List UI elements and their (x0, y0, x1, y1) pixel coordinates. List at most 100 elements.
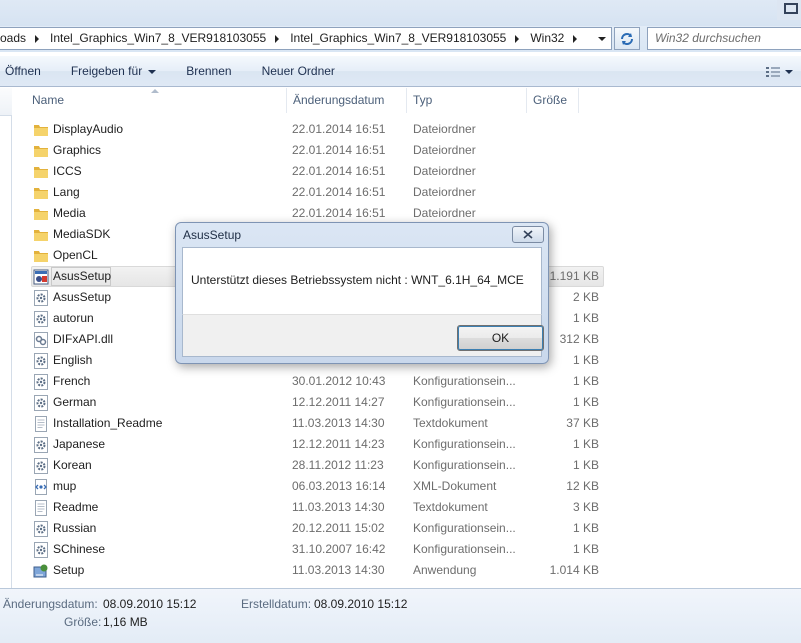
share-with-button[interactable]: Freigeben für (63, 60, 164, 82)
config-gear-icon (33, 437, 49, 453)
maximize-button[interactable] (777, 0, 801, 20)
column-header-name[interactable]: Name (13, 88, 287, 113)
breadcrumb-item[interactable]: Intel_Graphics_Win7_8_VER918103055 (284, 28, 510, 49)
new-folder-button[interactable]: Neuer Ordner (254, 60, 343, 82)
file-name[interactable]: English (53, 350, 92, 371)
file-name[interactable]: autorun (53, 308, 94, 329)
breadcrumb-item[interactable]: Intel_Graphics_Win7_8_VER918103055 (44, 28, 270, 49)
breadcrumb-item[interactable]: Win32 (524, 28, 568, 49)
file-name[interactable]: OpenCL (53, 245, 98, 266)
file-row[interactable]: Installation_Readme 11.03.2013 14:30 Textd… (13, 413, 801, 434)
file-name[interactable]: Graphics (53, 140, 101, 161)
file-modified-date: 20.12.2011 15:02 (292, 521, 385, 535)
file-row[interactable]: Lang 22.01.2014 16:51 Dateiordner (13, 182, 801, 203)
window-top-strip (0, 0, 801, 26)
refresh-button[interactable] (614, 27, 640, 50)
file-row[interactable]: French 30.01.2012 10:43 Konfigurationsein.… (13, 371, 801, 392)
change-view-button[interactable] (765, 64, 799, 80)
navigation-pane[interactable] (0, 88, 12, 588)
file-row[interactable]: Setup 11.03.2013 14:30 Anwendung 1.014 KB (13, 560, 801, 581)
file-type: Dateiordner (413, 122, 476, 136)
file-type: Dateiordner (413, 143, 476, 157)
file-name[interactable]: Korean (53, 455, 92, 476)
message-dialog[interactable]: AsusSetup Unterstützt dieses Betriebssys… (175, 222, 549, 364)
file-size: 3 KB (572, 500, 599, 514)
search-input[interactable]: Win32 durchsuchen (647, 27, 801, 50)
file-name[interactable]: SChinese (53, 539, 105, 560)
file-name[interactable]: French (53, 371, 90, 392)
file-modified-date: 12.12.2011 14:27 (292, 395, 385, 409)
details-pane: Änderungsdatum: 08.09.2010 15:12 Erstell… (0, 588, 801, 643)
file-type: Konfigurationsein... (413, 395, 516, 409)
file-type: Dateiordner (413, 185, 476, 199)
file-modified-date: 28.11.2012 11:23 (292, 458, 384, 472)
file-name[interactable]: mup (53, 476, 76, 497)
file-row[interactable]: German 12.12.2011 14:27 Konfigurationsein.… (13, 392, 801, 413)
folder-icon (33, 206, 49, 222)
file-type: XML-Dokument (413, 479, 497, 493)
file-row[interactable]: SChinese 31.10.2007 16:42 Konfigurationsei… (13, 539, 801, 560)
breadcrumb-separator-icon[interactable] (30, 28, 44, 49)
dialog-close-button[interactable] (512, 226, 544, 243)
column-header-size[interactable]: Größe (527, 88, 579, 113)
file-row[interactable]: Graphics 22.01.2014 16:51 Dateiordner (13, 140, 801, 161)
config-gear-icon (33, 458, 49, 474)
file-size: 1 KB (572, 374, 599, 388)
burn-button[interactable]: Brennen (178, 60, 239, 82)
file-row[interactable]: Media 22.01.2014 16:51 Dateiordner (13, 203, 801, 224)
column-header-date[interactable]: Änderungsdatum (287, 88, 407, 113)
view-list-icon (766, 67, 780, 77)
file-row[interactable]: ICCS 22.01.2014 16:51 Dateiordner (13, 161, 801, 182)
file-size: 1 KB (572, 521, 599, 535)
file-modified-date: 22.01.2014 16:51 (292, 206, 386, 220)
file-name[interactable]: DIFxAPI.dll (53, 329, 113, 350)
file-row[interactable]: Korean 28.11.2012 11:23 Konfigurationsein.… (13, 455, 801, 476)
file-name[interactable]: Russian (53, 518, 96, 539)
file-name[interactable]: AsusSetup (53, 287, 111, 308)
file-name[interactable]: ICCS (53, 161, 82, 182)
file-name[interactable]: DisplayAudio (53, 119, 123, 140)
file-name[interactable]: Media (53, 203, 86, 224)
breadcrumb-item[interactable]: oads (0, 28, 30, 49)
file-row[interactable]: Readme 11.03.2013 14:30 Textdokument 3 KB (13, 497, 801, 518)
config-gear-icon (33, 290, 49, 306)
column-header-name-label: Name (32, 93, 65, 107)
dialog-button-area: OK (182, 314, 544, 357)
file-size-label: Größe: (64, 615, 102, 629)
file-modified-date: 06.03.2013 16:14 (292, 479, 386, 493)
file-type: Konfigurationsein... (413, 458, 516, 472)
file-name[interactable]: Readme (53, 497, 98, 518)
file-row[interactable]: Japanese 12.12.2011 14:23 Konfigurationsei… (13, 434, 801, 455)
dialog-message: Unterstützt dieses Betriebssystem nicht … (191, 273, 524, 287)
xml-document-icon (33, 479, 49, 495)
file-modified-date: 22.01.2014 16:51 (292, 122, 386, 136)
navigation-pane-header (0, 88, 12, 116)
file-size: 1 KB (572, 458, 599, 472)
file-row[interactable]: Russian 20.12.2011 15:02 Konfigurationsein… (13, 518, 801, 539)
column-header-type[interactable]: Typ (407, 88, 527, 113)
file-name[interactable]: Japanese (53, 434, 105, 455)
file-size: 1 KB (572, 542, 599, 556)
file-name[interactable]: German (53, 392, 96, 413)
file-name[interactable]: Setup (53, 560, 84, 581)
file-name[interactable]: AsusSetup (53, 266, 111, 287)
address-breadcrumb[interactable]: oads Intel_Graphics_Win7_8_VER918103055 … (0, 27, 612, 50)
file-name[interactable]: Lang (53, 182, 80, 203)
open-button[interactable]: Öffnen (0, 60, 49, 82)
breadcrumb-separator-icon[interactable] (568, 28, 582, 49)
refresh-icon (621, 32, 633, 45)
breadcrumb-separator-icon[interactable] (270, 28, 284, 49)
address-history-dropdown-icon[interactable] (595, 29, 609, 49)
file-type: Dateiordner (413, 206, 476, 220)
file-type: Konfigurationsein... (413, 521, 516, 535)
dialog-content: Unterstützt dieses Betriebssystem nicht … (182, 247, 542, 314)
file-name[interactable]: MediaSDK (53, 224, 110, 245)
file-row[interactable]: mup 06.03.2013 16:14 XML-Dokument 12 KB (13, 476, 801, 497)
file-modified-date: 22.01.2014 16:51 (292, 185, 386, 199)
breadcrumb-separator-icon[interactable] (510, 28, 524, 49)
ok-button[interactable]: OK (457, 325, 544, 351)
file-name[interactable]: Installation_Readme (53, 413, 162, 434)
file-row[interactable]: DisplayAudio 22.01.2014 16:51 Dateiordner (13, 119, 801, 140)
sort-ascending-icon (151, 89, 159, 93)
file-modified-date: 22.01.2014 16:51 (292, 143, 386, 157)
